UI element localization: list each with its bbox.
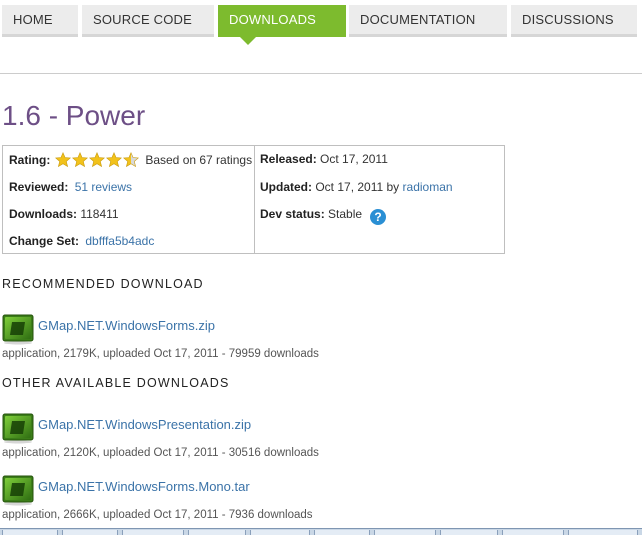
tab-discussions[interactable]: DISCUSSIONS: [511, 5, 637, 37]
tab-downloads[interactable]: DOWNLOADS: [218, 5, 346, 45]
taskbar-button[interactable]: [250, 530, 310, 535]
page-title: 1.6 - Power: [2, 100, 146, 131]
tab-source-code[interactable]: SOURCE CODE: [82, 5, 214, 37]
taskbar-button[interactable]: [440, 530, 498, 535]
dev-status-row: Dev status: Stable?: [260, 207, 387, 225]
recommended-download-link[interactable]: GMap.NET.WindowsForms.zip: [38, 318, 215, 333]
released-label: Released:: [260, 152, 317, 166]
active-tab-pointer: [240, 37, 256, 45]
application-icon-graphic: [2, 413, 34, 444]
star-icon: [123, 152, 140, 168]
downloads-label: Downloads:: [9, 207, 77, 221]
star-icon: [55, 152, 72, 168]
star-icon: [89, 152, 106, 168]
rating-stars[interactable]: [55, 152, 140, 171]
other-download-meta: application, 2120K, uploaded Oct 17, 201…: [2, 447, 319, 459]
rating-row: Rating: Based on 67 ratings: [9, 152, 252, 171]
taskbar-button[interactable]: [2, 530, 58, 535]
change-set-link[interactable]: dbfffa5b4adc: [85, 234, 154, 248]
downloads-count: 118411: [80, 207, 119, 221]
taskbar-button[interactable]: [502, 530, 564, 535]
taskbar-button[interactable]: [188, 530, 246, 535]
taskbar: [0, 528, 642, 535]
application-file-icon[interactable]: [2, 313, 34, 345]
other-download-link[interactable]: GMap.NET.WindowsPresentation.zip: [38, 417, 251, 432]
rating-label: Rating:: [9, 153, 51, 167]
application-file-icon[interactable]: [2, 412, 34, 444]
dev-status-label: Dev status:: [260, 207, 325, 221]
application-file-icon[interactable]: [2, 474, 34, 506]
released-row: Released: Oct 17, 2011: [260, 152, 388, 166]
other-downloads-heading: OTHER AVAILABLE DOWNLOADS: [2, 376, 230, 390]
updated-label: Updated:: [260, 180, 312, 194]
help-icon[interactable]: ?: [370, 209, 387, 225]
application-icon-graphic: [2, 314, 34, 345]
taskbar-button[interactable]: [374, 530, 436, 535]
recommended-download-meta: application, 2179K, uploaded Oct 17, 201…: [2, 348, 319, 360]
taskbar-button[interactable]: [62, 530, 118, 535]
reviewed-label: Reviewed:: [9, 180, 69, 194]
updated-by-user-link[interactable]: radioman: [403, 180, 453, 194]
other-download-meta: application, 2666K, uploaded Oct 17, 201…: [2, 509, 313, 521]
updated-date: Oct 17, 2011 by: [315, 180, 400, 194]
taskbar-button[interactable]: [122, 530, 184, 535]
updated-row: Updated: Oct 17, 2011 by radioman: [260, 180, 453, 194]
info-column-divider: [254, 146, 255, 253]
released-date: Oct 17, 2011: [320, 152, 388, 166]
taskbar-button[interactable]: [568, 530, 638, 535]
recommended-download-heading: RECOMMENDED DOWNLOAD: [2, 277, 204, 291]
top-navigation: HOME SOURCE CODE DOWNLOADS DOCUMENTATION…: [0, 5, 642, 45]
star-icon: [106, 152, 123, 168]
application-icon-graphic: [2, 475, 34, 506]
tab-home[interactable]: HOME: [2, 5, 78, 37]
taskbar-button[interactable]: [314, 530, 370, 535]
dev-status-value: Stable: [328, 207, 363, 221]
star-icon: [72, 152, 89, 168]
tab-downloads-label: DOWNLOADS: [229, 12, 317, 27]
other-download-link[interactable]: GMap.NET.WindowsForms.Mono.tar: [38, 479, 250, 494]
tab-documentation[interactable]: DOCUMENTATION: [349, 5, 507, 37]
header-divider: [0, 73, 642, 74]
release-info-table: Rating: Based on 67 ratings Reviewed: 51 …: [2, 145, 505, 254]
rating-count: Based on 67 ratings: [145, 153, 253, 167]
change-set-row: Change Set: dbfffa5b4adc: [9, 234, 154, 248]
downloads-row: Downloads: 118411: [9, 207, 119, 221]
change-set-label: Change Set:: [9, 234, 80, 248]
reviewed-row: Reviewed: 51 reviews: [9, 180, 132, 194]
reviews-link[interactable]: 51 reviews: [75, 180, 132, 194]
